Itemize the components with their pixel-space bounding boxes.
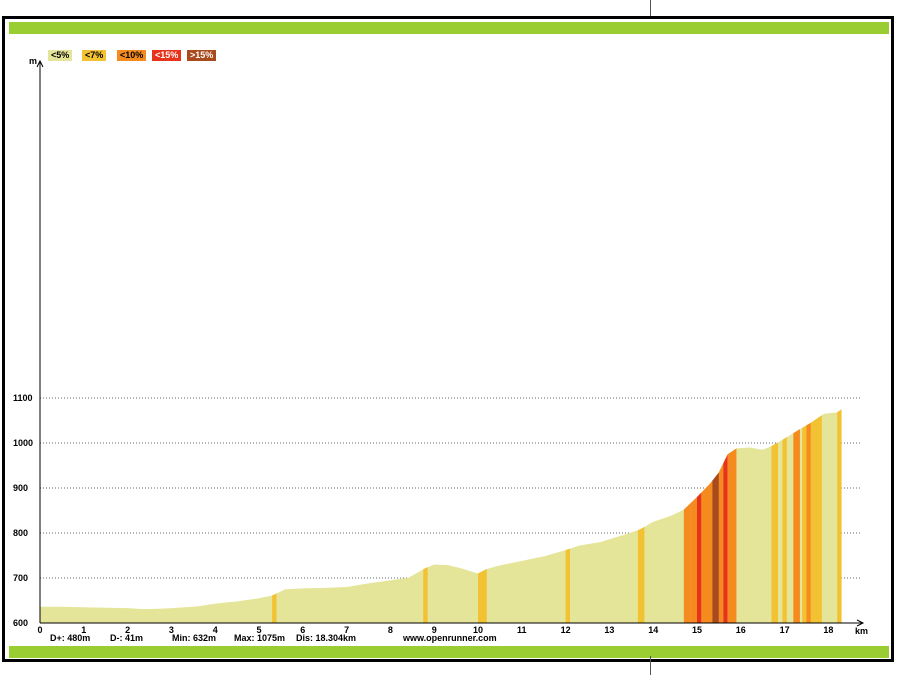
slope-segment [782, 437, 787, 623]
slope-segment [712, 472, 719, 623]
x-axis-label: km [855, 626, 868, 636]
y-tick-label: 700 [13, 573, 28, 583]
y-tick-label: 900 [13, 483, 28, 493]
x-tick-label: 11 [517, 625, 527, 635]
stat-dist: Dis: 18.304km [296, 633, 356, 643]
stat-site: www.openrunner.com [402, 633, 497, 643]
y-tick-label: 800 [13, 528, 28, 538]
x-tick-label: 14 [648, 625, 658, 635]
slope-segment [810, 415, 822, 623]
y-tick-label: 1100 [13, 393, 33, 403]
stat-d-plus: D+: 480m [50, 633, 90, 643]
slope-segment [697, 492, 702, 623]
x-tick-label: 12 [561, 625, 571, 635]
slope-segment [723, 454, 728, 623]
x-tick-label: 15 [692, 625, 702, 635]
slope-segment [771, 442, 779, 623]
slope-segment [423, 567, 428, 623]
slope-segment [478, 569, 487, 623]
slope-segment [727, 448, 737, 623]
stat-min: Min: 632m [172, 633, 216, 643]
slope-segment [718, 463, 724, 623]
slope-segment [565, 548, 570, 623]
x-tick-label: 17 [780, 625, 790, 635]
stat-max: Max: 1075m [234, 633, 285, 643]
slope-segment [802, 425, 807, 623]
x-tick-label: 0 [37, 625, 42, 635]
slope-segment [701, 480, 713, 623]
elevation-chart: mkm600700800900100011000 1 2 3 4 5 6 7 8 9 10 11 12 1… [13, 56, 868, 643]
y-tick-label: 600 [13, 618, 28, 628]
slope-segment [793, 429, 800, 623]
slope-segment [272, 593, 277, 623]
x-tick-label: 18 [823, 625, 833, 635]
slope-segment [683, 503, 691, 623]
slope-segment [806, 422, 811, 623]
x-tick-label: 8 [388, 625, 393, 635]
stat-d-minus: D-: 41m [110, 633, 143, 643]
slope-segment [690, 497, 697, 623]
slope-segment [637, 526, 645, 623]
slope-segment [837, 409, 842, 623]
y-axis-label: m [29, 56, 37, 66]
x-tick-label: 13 [604, 625, 614, 635]
y-tick-label: 1000 [13, 438, 33, 448]
x-tick-label: 16 [736, 625, 746, 635]
